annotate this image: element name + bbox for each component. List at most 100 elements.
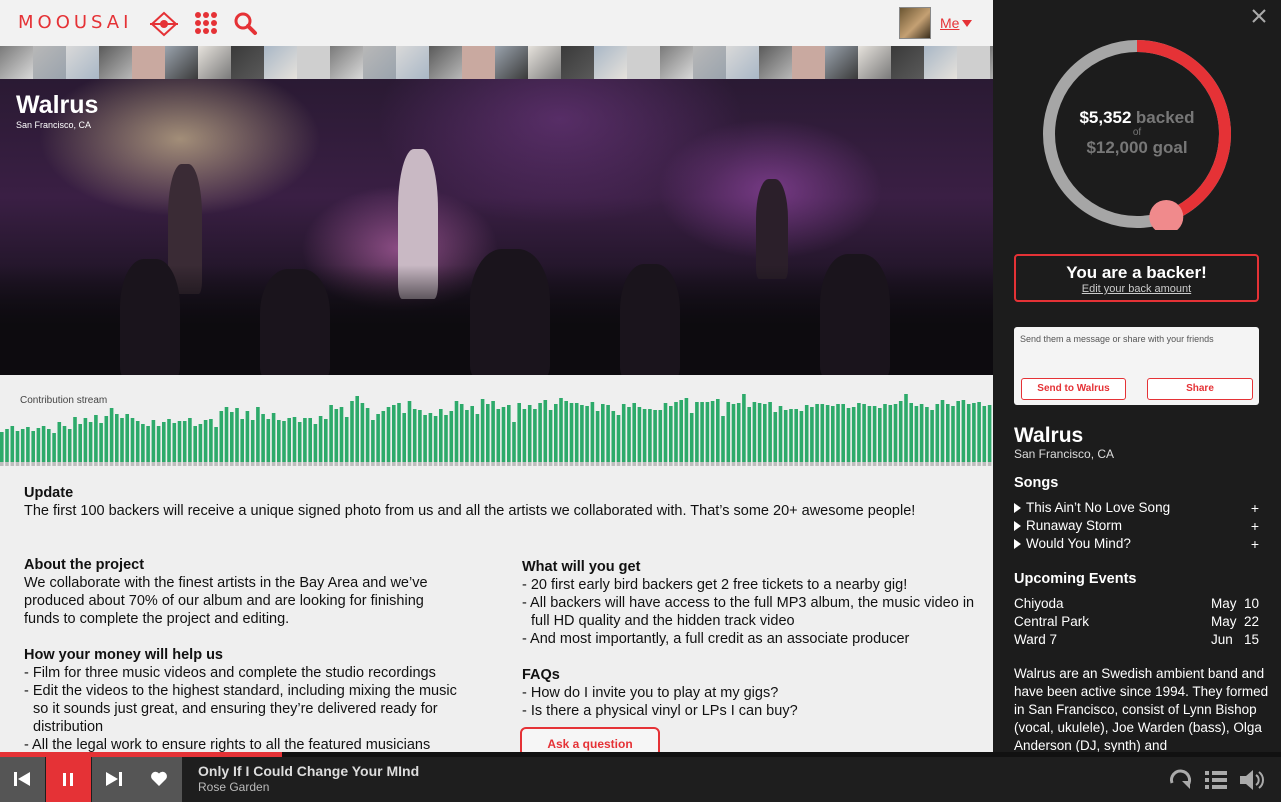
songs-title: Songs: [1014, 475, 1059, 491]
album-thumbnail[interactable]: [429, 46, 462, 79]
album-thumbnail[interactable]: [792, 46, 825, 79]
faq-item[interactable]: - Is there a physical vinyl or LPs I can…: [522, 702, 982, 720]
contribution-bar: [172, 423, 177, 462]
album-thumbnail[interactable]: [858, 46, 891, 79]
contribution-bar: [31, 431, 35, 462]
album-thumbnail[interactable]: [396, 46, 429, 79]
contribution-bar-base: [57, 462, 62, 466]
event-row[interactable]: Chiyoda May 10: [1014, 596, 1259, 614]
album-thumbnail[interactable]: [165, 46, 198, 79]
contribution-bar-base: [480, 462, 485, 466]
add-song-button[interactable]: +: [1251, 500, 1259, 516]
add-song-button[interactable]: +: [1251, 536, 1259, 552]
album-thumbnail[interactable]: [462, 46, 495, 79]
contribution-bar-base: [271, 462, 276, 466]
contribution-bar: [590, 402, 595, 462]
song-item[interactable]: Would You Mind? +: [1014, 536, 1259, 554]
play-icon[interactable]: [1014, 521, 1021, 531]
album-thumbnail[interactable]: [693, 46, 726, 79]
album-thumbnail[interactable]: [264, 46, 297, 79]
share-button[interactable]: Share: [1147, 378, 1253, 400]
contribution-bar: [219, 411, 224, 462]
contribution-bar-base: [303, 462, 307, 466]
contribution-bar: [669, 406, 673, 462]
event-row[interactable]: Ward 7 Jun 15: [1014, 632, 1259, 650]
album-thumbnail[interactable]: [330, 46, 363, 79]
album-thumbnail[interactable]: [924, 46, 957, 79]
ask-question-button[interactable]: Ask a question: [520, 727, 660, 752]
queue-list-icon[interactable]: [1203, 767, 1229, 793]
song-item[interactable]: This Ain’t No Love Song +: [1014, 500, 1259, 518]
contribution-bar: [951, 406, 955, 462]
contribution-bar-base: [397, 462, 401, 466]
contribution-bar: [543, 400, 548, 462]
album-thumbnail[interactable]: [297, 46, 330, 79]
add-song-button[interactable]: +: [1251, 518, 1259, 534]
contribution-bar-base: [851, 462, 856, 466]
logo[interactable]: MOOUSAI: [18, 12, 132, 33]
contribution-bar-base: [47, 462, 51, 466]
album-thumbnail[interactable]: [957, 46, 990, 79]
contribution-bar: [548, 410, 553, 462]
contribution-bar-base: [475, 462, 480, 466]
album-thumbnail[interactable]: [231, 46, 264, 79]
contribution-bar-base: [674, 462, 678, 466]
contribution-bar-base: [689, 462, 694, 466]
album-thumbnail[interactable]: [132, 46, 165, 79]
contribution-bar-base: [679, 462, 683, 466]
contribution-bar: [695, 402, 699, 462]
discover-network-icon[interactable]: [150, 11, 178, 37]
next-track-button[interactable]: [92, 757, 137, 802]
contribution-bar: [454, 401, 459, 462]
contribution-bar-base: [559, 462, 563, 466]
search-icon[interactable]: [232, 11, 260, 37]
contribution-bar-base: [867, 462, 872, 466]
send-to-band-button[interactable]: Send to Walrus: [1021, 378, 1126, 400]
previous-track-button[interactable]: [0, 757, 45, 802]
album-thumbnail[interactable]: [627, 46, 660, 79]
faq-item[interactable]: - How do I invite you to play at my gigs…: [522, 684, 982, 702]
contribution-bar-base: [747, 462, 751, 466]
edit-back-amount-link[interactable]: Edit your back amount: [1016, 283, 1257, 295]
album-thumbnail[interactable]: [759, 46, 792, 79]
apps-grid-icon[interactable]: [193, 11, 221, 37]
play-icon[interactable]: [1014, 539, 1021, 549]
volume-icon[interactable]: [1238, 767, 1264, 793]
contribution-bar: [350, 401, 354, 462]
album-thumbnail[interactable]: [33, 46, 66, 79]
contribution-bar-base: [20, 462, 25, 466]
album-thumbnail[interactable]: [0, 46, 33, 79]
album-thumbnail[interactable]: [495, 46, 528, 79]
message-input[interactable]: Send them a message or share with your f…: [1020, 334, 1214, 344]
album-thumbnail[interactable]: [561, 46, 594, 79]
song-item[interactable]: Runaway Storm +: [1014, 518, 1259, 536]
album-thumbnail[interactable]: [891, 46, 924, 79]
album-thumbnail[interactable]: [726, 46, 759, 79]
album-thumbnail[interactable]: [594, 46, 627, 79]
funding-summary: $5,352 backed of $12,000 goal: [1041, 108, 1233, 158]
play-icon[interactable]: [1014, 503, 1021, 513]
user-avatar[interactable]: [899, 7, 931, 39]
contribution-bar: [940, 400, 945, 462]
close-icon[interactable]: [1251, 8, 1267, 24]
contribution-bar-base: [407, 462, 412, 466]
repeat-icon[interactable]: [1168, 767, 1194, 793]
album-thumbnail[interactable]: [198, 46, 231, 79]
funding-ring-handle[interactable]: [1149, 199, 1184, 230]
album-thumbnail[interactable]: [825, 46, 858, 79]
user-menu-label[interactable]: Me: [940, 15, 959, 31]
contribution-bar: [418, 410, 422, 462]
album-thumbnail[interactable]: [66, 46, 99, 79]
album-thumbnail[interactable]: [528, 46, 561, 79]
pause-button[interactable]: [46, 757, 91, 802]
event-row[interactable]: Central Park May 22: [1014, 614, 1259, 632]
album-thumbnail[interactable]: [363, 46, 396, 79]
chevron-down-icon[interactable]: [962, 20, 972, 27]
album-thumbnail[interactable]: [99, 46, 132, 79]
contribution-bar: [104, 416, 109, 462]
album-thumbnail[interactable]: [660, 46, 693, 79]
contribution-bar-base: [825, 462, 830, 466]
contribution-bar-base: [67, 462, 72, 466]
like-button[interactable]: [137, 757, 182, 802]
contribution-bar: [601, 404, 605, 462]
